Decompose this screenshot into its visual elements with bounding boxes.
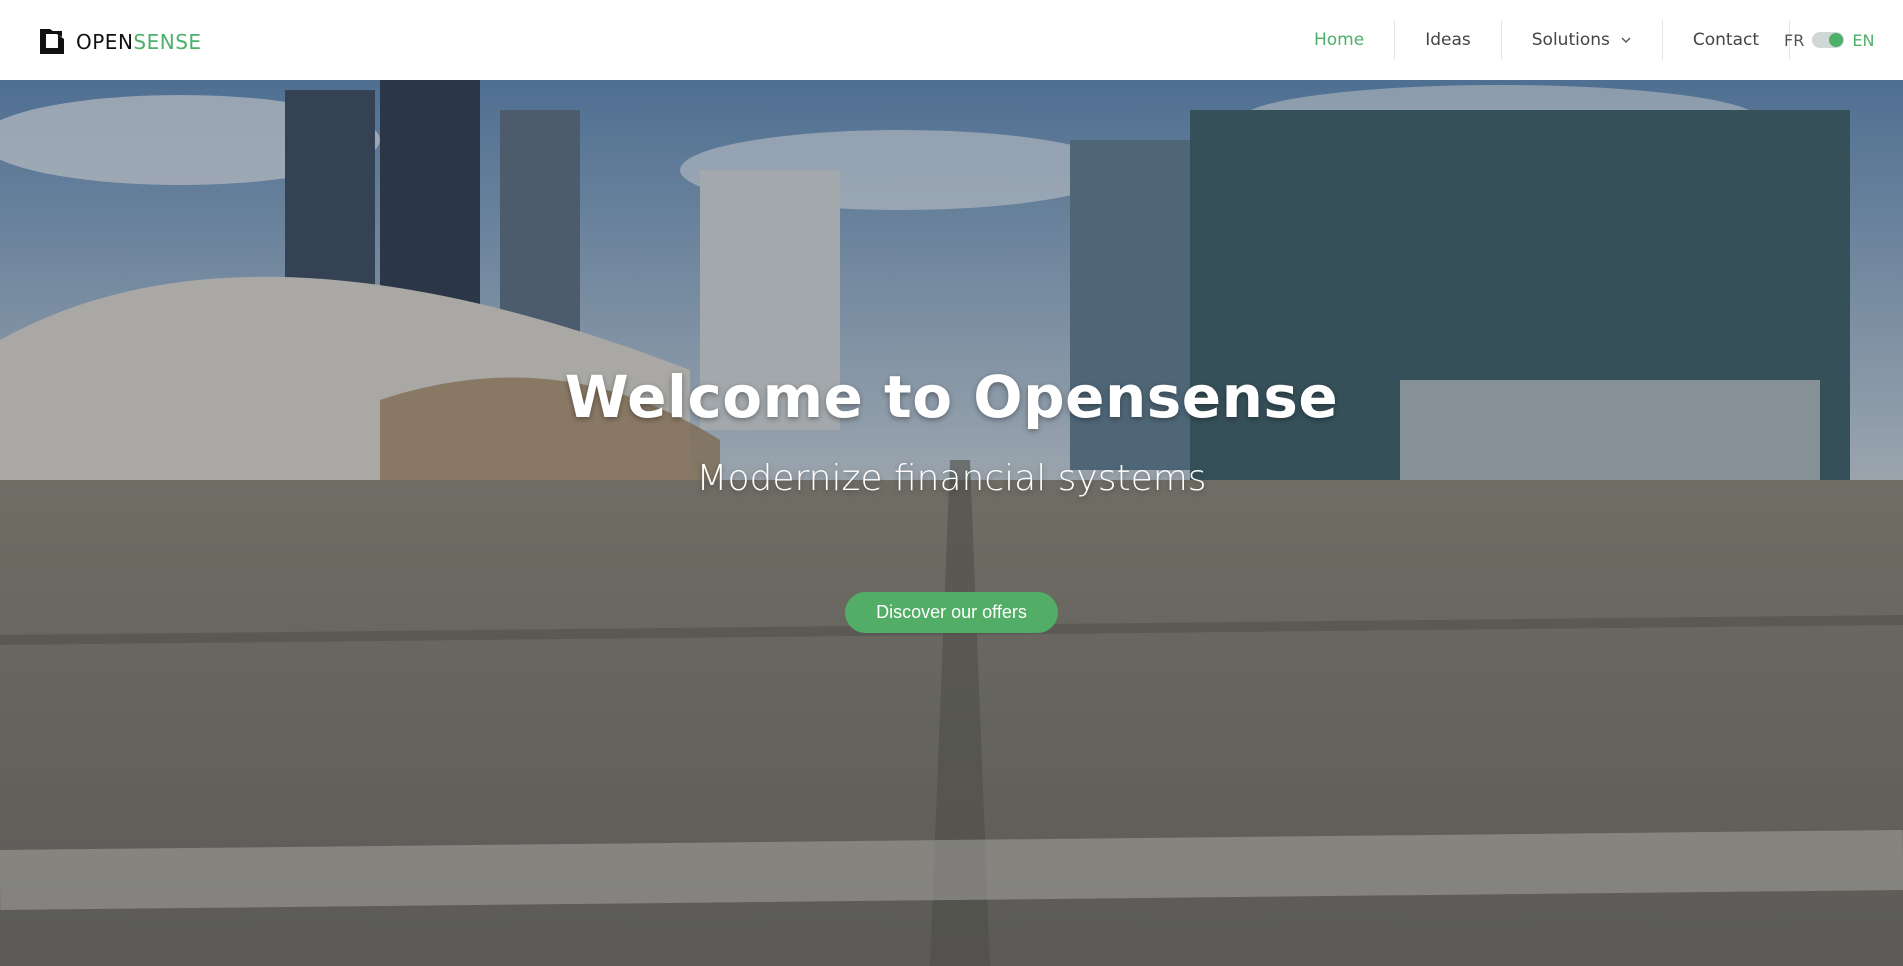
- discover-offers-button[interactable]: Discover our offers: [845, 592, 1058, 633]
- main-nav: Home Ideas Solutions Contact: [1284, 20, 1791, 60]
- nav-ideas-label: Ideas: [1425, 30, 1471, 50]
- nav-solutions-label: Solutions: [1531, 30, 1610, 50]
- hero-subtitle: Modernize financial systems: [696, 458, 1207, 499]
- opensense-logo-icon: [40, 29, 64, 54]
- nav-contact[interactable]: Contact: [1663, 20, 1791, 60]
- chevron-down-icon: [1621, 37, 1631, 43]
- lang-en[interactable]: EN: [1852, 31, 1874, 50]
- lang-fr[interactable]: FR: [1784, 31, 1804, 50]
- nav-solutions[interactable]: Solutions: [1502, 20, 1663, 60]
- brand-logo[interactable]: OPENSENSE: [40, 29, 202, 54]
- language-toggle[interactable]: [1812, 32, 1845, 48]
- nav-ideas[interactable]: Ideas: [1395, 20, 1502, 60]
- brand-name: OPENSENSE: [76, 30, 202, 54]
- brand-name-part1: OPEN: [76, 29, 134, 54]
- language-toggle-knob: [1829, 33, 1844, 47]
- nav-contact-label: Contact: [1692, 30, 1760, 50]
- top-navbar: OPENSENSE Home Ideas Solutions Contact F…: [0, 0, 1903, 80]
- brand-name-part2: SENSE: [133, 29, 202, 54]
- hero-overlay: [0, 80, 1903, 966]
- hero-title: Welcome to Opensense: [564, 363, 1339, 431]
- hero-section: Welcome to Opensense Modernize financial…: [0, 80, 1903, 966]
- language-switch: FR EN: [1784, 20, 1874, 60]
- nav-home-label: Home: [1314, 30, 1365, 50]
- nav-home[interactable]: Home: [1284, 20, 1396, 60]
